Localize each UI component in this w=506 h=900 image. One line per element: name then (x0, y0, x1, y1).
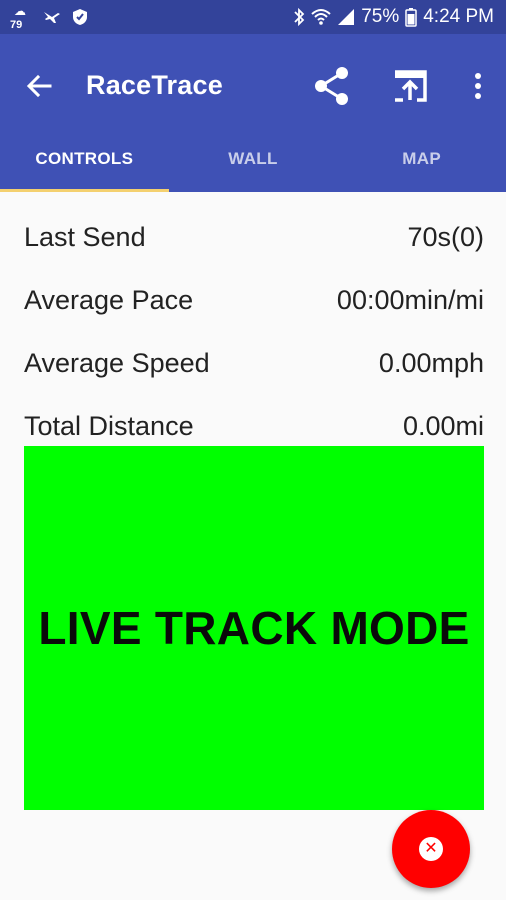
live-track-mode-text: LIVE TRACK MODE (38, 602, 470, 654)
stat-row-average-speed: Average Speed 0.00mph (24, 348, 484, 379)
shield-icon (73, 9, 87, 25)
airplane-notification-icon (44, 12, 60, 23)
upload-icon (395, 70, 427, 102)
temperature-text: 79 (10, 19, 23, 31)
controls-panel: Last Send 70s(0) Average Pace 00:00min/m… (0, 192, 506, 900)
tab-bar: CONTROLS WALL MAP (0, 138, 506, 192)
tab-controls[interactable]: CONTROLS (0, 138, 169, 192)
weather-icon: ☁ 79 (10, 4, 26, 31)
stat-value: 0.00mph (378, 348, 484, 378)
stat-label: Total Distance (24, 411, 194, 441)
tab-map[interactable]: MAP (337, 138, 506, 192)
stat-label: Last Send (24, 222, 146, 252)
app-title: RaceTrace (86, 70, 223, 100)
battery-icon (405, 8, 417, 27)
close-icon: ✕ (419, 837, 443, 861)
stat-value: 00:00min/mi (336, 285, 484, 315)
stat-row-total-distance: Total Distance 0.00mi (24, 411, 484, 442)
stat-row-last-send: Last Send 70s(0) (24, 222, 484, 253)
stat-label: Average Speed (24, 348, 210, 378)
stat-value: 70s(0) (407, 222, 484, 252)
more-options-button[interactable] (456, 64, 500, 108)
app-bar: RaceTrace CONTROLS WALL MAP (0, 34, 506, 192)
toolbar: RaceTrace (0, 34, 506, 138)
clock-time: 4:24 PM (423, 6, 494, 27)
upload-button[interactable] (388, 64, 432, 108)
share-icon (315, 67, 348, 105)
status-bar: ☁ 79 75% 4:24 PM (0, 0, 506, 34)
stat-value: 0.00mi (402, 411, 484, 441)
tab-wall[interactable]: WALL (169, 138, 338, 192)
wifi-icon (311, 9, 331, 25)
stat-row-average-pace: Average Pace 00:00min/mi (24, 285, 484, 316)
more-vert-icon (475, 73, 481, 99)
stop-tracking-button[interactable]: ✕ (392, 810, 470, 888)
stat-label: Average Pace (24, 285, 194, 315)
cell-signal-icon (338, 9, 355, 25)
battery-percent: 75% (361, 6, 400, 27)
back-arrow-icon[interactable] (22, 68, 58, 104)
bluetooth-icon (294, 7, 305, 27)
share-button[interactable] (310, 64, 354, 108)
live-track-mode-banner[interactable]: LIVE TRACK MODE (24, 446, 484, 810)
